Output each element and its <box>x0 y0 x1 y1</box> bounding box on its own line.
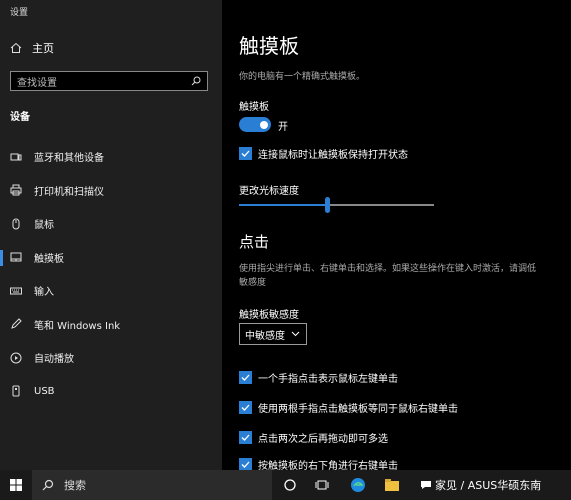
touchpad-toggle[interactable] <box>239 117 271 132</box>
sidebar-item-pen[interactable]: 笔和 Windows Ink <box>0 308 222 342</box>
checkbox-label: 使用两根手指点击触摸板等同于鼠标右键单击 <box>258 404 458 415</box>
cortana-icon[interactable] <box>282 477 298 493</box>
search-icon <box>42 479 54 491</box>
app-title: 设置 <box>10 8 29 18</box>
tap-description: 使用指尖进行单击、右键单击和选择。如果这些操作在键入时激活，请调低敏感度 <box>239 264 537 288</box>
cursor-speed-slider[interactable] <box>239 197 434 213</box>
home-nav-item[interactable]: 主页 <box>10 40 54 56</box>
chevron-down-icon <box>291 331 300 337</box>
toggle-state-text: 开 <box>278 122 288 133</box>
sidebar-item-label: 蓝牙和其他设备 <box>34 153 104 165</box>
option-checkbox-row[interactable]: 点击两次之后再拖动即可多选 <box>239 430 388 445</box>
taskbar-search-label: 搜索 <box>64 479 86 492</box>
keep-on-checkbox-row[interactable]: 连接鼠标时让触摸板保持打开状态 <box>239 146 408 161</box>
checkbox-label: 一个手指点击表示鼠标左键单击 <box>258 374 398 385</box>
sensitivity-value: 中敏感度 <box>245 330 285 342</box>
file-explorer-icon[interactable] <box>384 477 400 493</box>
section-title: 设备 <box>10 112 30 123</box>
checkmark-icon <box>241 150 250 157</box>
sidebar-item-label: 输入 <box>34 287 54 299</box>
watermark-text: 家见 / ASUS华硕东南 <box>435 479 542 492</box>
sidebar-item-label: 触摸板 <box>34 253 64 265</box>
slider-thumb[interactable] <box>325 197 330 213</box>
touchpad-icon <box>10 251 22 263</box>
tap-heading: 点击 <box>239 233 270 251</box>
bluetooth-devices-icon <box>10 151 22 163</box>
sensitivity-label: 触摸板敏感度 <box>239 310 299 321</box>
search-placeholder: 查找设置 <box>17 77 57 89</box>
option-checkbox-row[interactable]: 使用两根手指点击触摸板等同于鼠标右键单击 <box>239 400 458 415</box>
checkmark-icon <box>241 461 250 468</box>
task-view-icon[interactable] <box>314 477 330 493</box>
sidebar-item-bluetooth[interactable]: 蓝牙和其他设备 <box>0 140 222 174</box>
sidebar-item-typing[interactable]: 输入 <box>0 274 222 308</box>
taskbar: 搜索 家见 / ASUS华硕东南 <box>0 470 571 500</box>
checkmark-icon <box>241 434 250 441</box>
checkbox-label: 连接鼠标时让触摸板保持打开状态 <box>258 150 408 161</box>
sidebar-item-usb[interactable]: USB <box>0 375 222 409</box>
printer-icon <box>10 184 22 196</box>
sidebar-item-label: USB <box>34 385 55 397</box>
checkmark-icon <box>241 374 250 381</box>
usb-icon <box>10 385 22 397</box>
sidebar-item-mouse[interactable]: 鼠标 <box>0 207 222 241</box>
page-title: 触摸板 <box>239 34 299 58</box>
chat-bubble-icon <box>421 481 431 489</box>
pen-icon <box>10 318 22 330</box>
sidebar-item-label: 鼠标 <box>34 220 54 232</box>
page-description: 你的电脑有一个精确式触摸板。 <box>239 72 366 82</box>
windows-start-icon[interactable] <box>10 479 22 491</box>
home-label: 主页 <box>32 42 54 55</box>
watermark: 家见 / ASUS华硕东南 <box>420 477 541 493</box>
checkbox[interactable] <box>239 371 252 384</box>
keyboard-icon <box>10 285 22 297</box>
sidebar-item-printers[interactable]: 打印机和扫描仪 <box>0 174 222 208</box>
mouse-icon <box>10 218 22 230</box>
sidebar-item-touchpad[interactable]: 触摸板 <box>0 241 222 275</box>
sidebar-item-label: 打印机和扫描仪 <box>34 186 104 198</box>
option-checkbox-row[interactable]: 一个手指点击表示鼠标左键单击 <box>239 370 398 385</box>
search-icon <box>191 76 201 86</box>
autoplay-icon <box>10 352 22 364</box>
touchpad-toggle-label: 触摸板 <box>239 102 269 113</box>
sensitivity-select[interactable]: 中敏感度 <box>239 323 307 345</box>
taskbar-search-box[interactable]: 搜索 <box>32 470 272 500</box>
settings-search-input[interactable]: 查找设置 <box>10 71 208 91</box>
sidebar-item-label: 笔和 Windows Ink <box>34 320 121 332</box>
sidebar-item-label: 自动播放 <box>34 354 74 366</box>
home-icon <box>10 42 22 53</box>
edge-icon[interactable] <box>350 477 366 493</box>
checkbox[interactable] <box>239 147 252 160</box>
checkbox[interactable] <box>239 401 252 414</box>
checkbox[interactable] <box>239 431 252 444</box>
slider-fill <box>239 204 327 206</box>
main-content: 触摸板 你的电脑有一个精确式触摸板。 触摸板 开 连接鼠标时让触摸板保持打开状态… <box>222 0 571 472</box>
checkbox-label: 点击两次之后再拖动即可多选 <box>258 434 388 445</box>
sidebar: 设置 主页 查找设置 设备 蓝牙和其他设备 打印机和扫描仪 鼠标 触摸板 输入 … <box>0 0 222 470</box>
cursor-speed-label: 更改光标速度 <box>239 186 299 197</box>
sidebar-item-autoplay[interactable]: 自动播放 <box>0 341 222 375</box>
sidebar-nav: 蓝牙和其他设备 打印机和扫描仪 鼠标 触摸板 输入 笔和 Windows Ink… <box>0 140 222 408</box>
checkmark-icon <box>241 404 250 411</box>
